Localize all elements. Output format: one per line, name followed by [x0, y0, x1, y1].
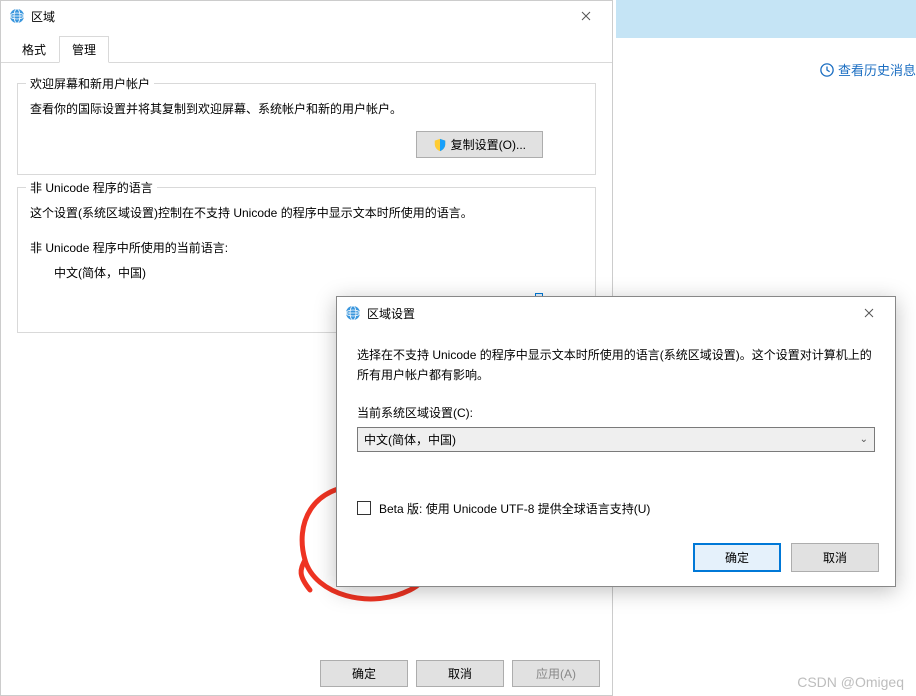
chevron-down-icon: ⌄	[860, 434, 868, 445]
history-link[interactable]: 查看历史消息	[820, 60, 916, 79]
modal-content: 选择在不支持 Unicode 的程序中显示文本时所使用的语言(系统区域设置)。这…	[337, 329, 895, 533]
welcome-group-desc: 查看你的国际设置并将其复制到欢迎屏幕、系统帐户和新的用户帐户。	[30, 100, 583, 119]
beta-utf8-checkbox[interactable]	[357, 501, 371, 515]
tab-format[interactable]: 格式	[9, 36, 59, 63]
history-link-text: 查看历史消息	[838, 60, 916, 79]
nonunicode-group-title: 非 Unicode 程序的语言	[26, 179, 157, 196]
locale-label: 当前系统区域设置(C):	[357, 404, 875, 421]
close-icon	[864, 308, 874, 318]
window-title: 区域	[31, 8, 563, 25]
current-lang-label: 非 Unicode 程序中所使用的当前语言:	[30, 239, 583, 256]
modal-close-button[interactable]	[846, 298, 891, 328]
cancel-button[interactable]: 取消	[416, 660, 504, 687]
close-icon	[581, 11, 591, 21]
welcome-group-title: 欢迎屏幕和新用户帐户	[26, 75, 154, 92]
modal-cancel-button[interactable]: 取消	[791, 543, 879, 572]
nonunicode-group-desc: 这个设置(系统区域设置)控制在不支持 Unicode 的程序中显示文本时所使用的…	[30, 204, 583, 223]
modal-buttons: 确定 取消	[337, 533, 895, 586]
tab-bar: 格式 管理	[1, 31, 612, 63]
globe-icon	[9, 8, 25, 24]
clock-icon	[820, 63, 834, 77]
copy-settings-button[interactable]: 复制设置(O)...	[416, 131, 543, 158]
background-strip	[616, 0, 916, 38]
tab-admin[interactable]: 管理	[59, 36, 109, 63]
modal-ok-button[interactable]: 确定	[693, 543, 781, 572]
shield-icon	[433, 138, 447, 152]
current-lang-value: 中文(简体，中国)	[54, 264, 583, 281]
globe-icon	[345, 305, 361, 321]
modal-title-bar: 区域设置	[337, 297, 895, 329]
ok-button[interactable]: 确定	[320, 660, 408, 687]
modal-title: 区域设置	[367, 305, 846, 322]
dialog-buttons: 确定 取消 应用(A)	[1, 652, 612, 695]
apply-button[interactable]: 应用(A)	[512, 660, 600, 687]
beta-utf8-label: Beta 版: 使用 Unicode UTF-8 提供全球语言支持(U)	[379, 500, 650, 517]
title-bar: 区域	[1, 1, 612, 31]
watermark: CSDN @Omigeq	[797, 674, 904, 690]
beta-utf8-row[interactable]: Beta 版: 使用 Unicode UTF-8 提供全球语言支持(U)	[357, 500, 875, 517]
close-button[interactable]	[563, 1, 608, 31]
locale-dialog: 区域设置 选择在不支持 Unicode 的程序中显示文本时所使用的语言(系统区域…	[336, 296, 896, 587]
welcome-group: 欢迎屏幕和新用户帐户 查看你的国际设置并将其复制到欢迎屏幕、系统帐户和新的用户帐…	[17, 83, 596, 175]
locale-value: 中文(简体，中国)	[364, 431, 456, 448]
modal-desc: 选择在不支持 Unicode 的程序中显示文本时所使用的语言(系统区域设置)。这…	[357, 345, 875, 386]
copy-settings-label: 复制设置(O)...	[451, 136, 526, 153]
locale-dropdown[interactable]: 中文(简体，中国) ⌄	[357, 427, 875, 452]
